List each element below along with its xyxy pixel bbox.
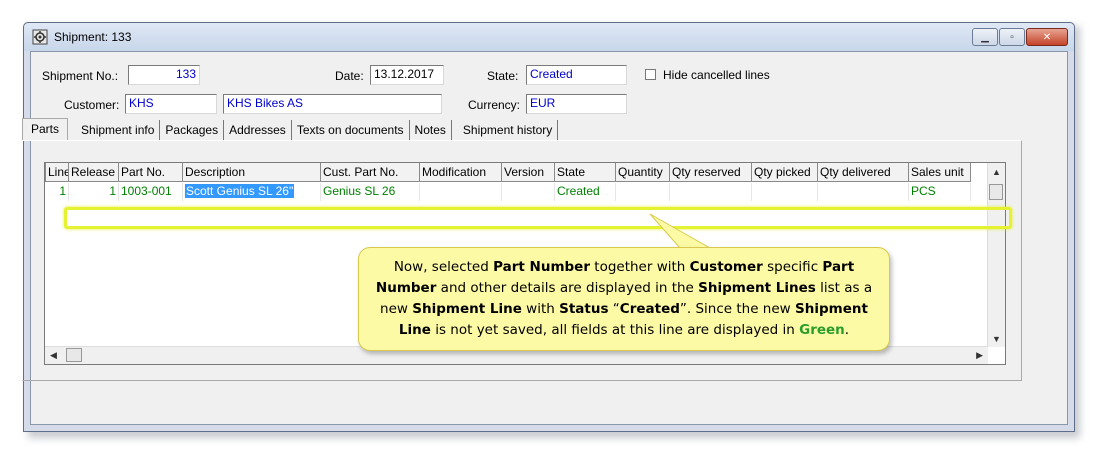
- callout-bold: Shipment Lines: [698, 280, 816, 296]
- callout-bold: Status: [559, 301, 609, 317]
- callout-bold: Customer: [689, 259, 763, 275]
- callout-text: together with: [589, 259, 690, 275]
- callout-text: and other details are displayed in the: [436, 280, 699, 296]
- callout-green-word: Green: [799, 322, 845, 338]
- callout-text: Now, selected: [393, 259, 494, 275]
- callout-text: specific: [762, 259, 823, 275]
- callout-text: “: [608, 301, 620, 317]
- callout-note: Now, selected Part Number together with …: [358, 247, 890, 351]
- callout-bold: Part Number: [493, 259, 590, 275]
- callout-text: is not yet saved, all fields at this lin…: [430, 322, 800, 338]
- callout-text: with: [521, 301, 560, 317]
- callout-pointer: [649, 213, 712, 249]
- callout-bold: Shipment Line: [412, 301, 522, 317]
- callout-bold: Created: [619, 301, 680, 317]
- callout-text: .: [844, 322, 850, 338]
- callout-text: ”. Since the new: [679, 301, 796, 317]
